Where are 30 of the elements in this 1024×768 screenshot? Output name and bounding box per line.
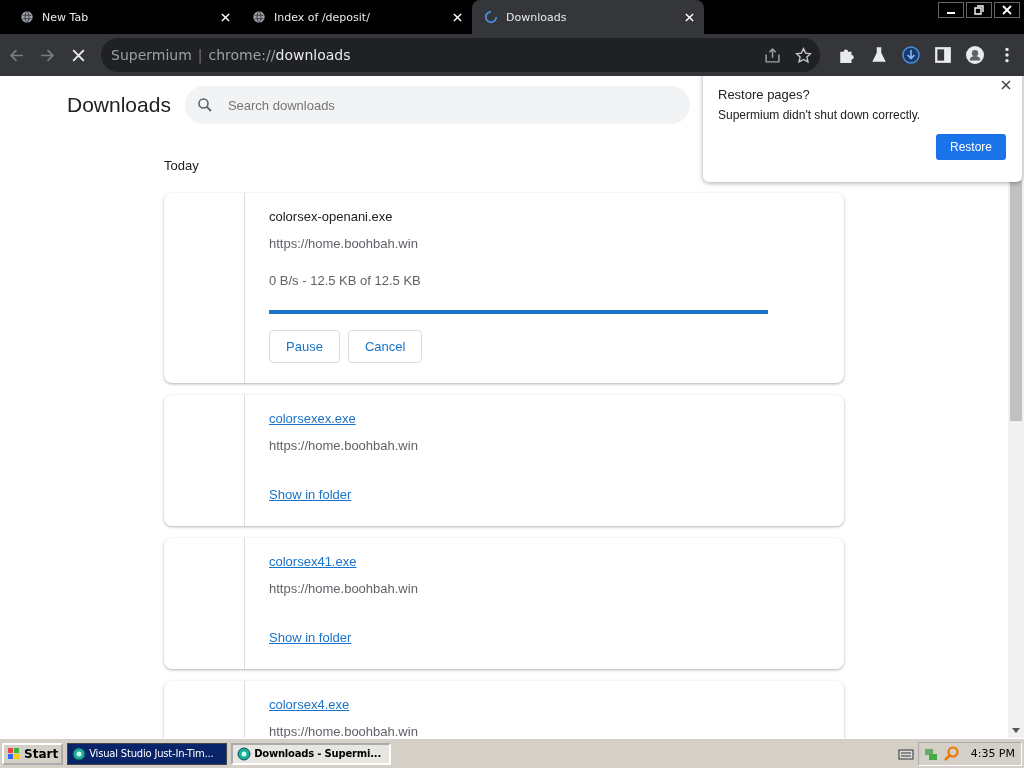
tab-title: Downloads	[506, 10, 568, 24]
file-link[interactable]: colorsex41.exe	[269, 554, 357, 569]
file-link[interactable]: colorsexex.exe	[269, 411, 356, 426]
show-in-folder-link[interactable]: Show in folder	[269, 630, 352, 645]
tab-title: New Tab	[42, 10, 90, 24]
source-url: https://home.boohbah.win	[269, 236, 418, 251]
tab-title: Index of /deposit/	[274, 10, 371, 24]
start-button[interactable]: Start	[2, 742, 64, 765]
source-url: https://home.boohbah.win	[269, 724, 418, 738]
download-button[interactable]: Cancel	[347, 330, 423, 363]
restore-button[interactable]: Restore	[935, 134, 1006, 160]
download-button[interactable]: Pause	[269, 330, 340, 363]
browser-tab[interactable]: New Tab	[8, 0, 240, 34]
dialog-title: Restore pages?	[718, 87, 810, 102]
browser-tab[interactable]: Downloads	[472, 0, 704, 34]
page-title: Downloads	[67, 93, 171, 117]
taskbar-button[interactable]: Visual Studio Just-In-Tim...	[67, 742, 228, 765]
source-url: https://home.boohbah.win	[269, 438, 418, 453]
show-in-folder-link[interactable]: Show in folder	[269, 487, 352, 502]
section-heading: Today	[164, 158, 200, 173]
taskbar-button[interactable]: Downloads - Supermi...	[231, 742, 392, 765]
source-url: https://home.boohbah.win	[269, 581, 418, 596]
browser-tab[interactable]: Index of /deposit/	[240, 0, 472, 34]
address-bar[interactable]: Supermium | chrome://downloads	[101, 38, 820, 72]
search-field[interactable]: Search downloads	[184, 86, 690, 124]
download-status: 0 B/s - 12.5 KB of 12.5 KB	[269, 273, 421, 288]
clock: 4:35 PM	[970, 747, 1015, 760]
file-name: colorsex-openani.exe	[269, 209, 393, 224]
dialog-message: Supermium didn't shut down correctly.	[718, 108, 921, 122]
file-link[interactable]: colorsex4.exe	[269, 697, 350, 712]
